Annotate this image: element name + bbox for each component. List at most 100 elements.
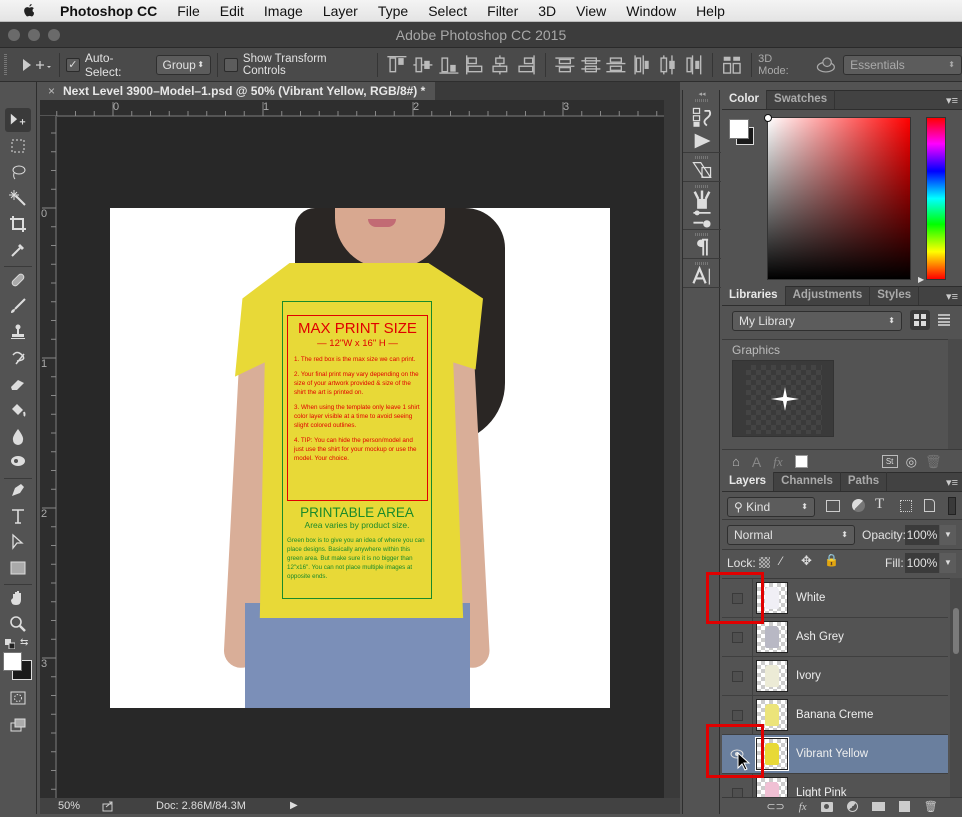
layer-filter-dropdown[interactable]: ⚲ Kind ⬍ (727, 497, 815, 517)
filter-shape-icon[interactable] (900, 500, 912, 512)
align-bottom-icon[interactable] (438, 56, 460, 74)
foreground-color-swatch[interactable] (3, 652, 22, 671)
library-graphic-item[interactable] (732, 360, 834, 437)
visibility-toggle[interactable] (730, 708, 744, 722)
menu-select[interactable]: Select (418, 3, 477, 19)
lock-position-icon[interactable]: ✥ (801, 553, 812, 569)
brush-presets-icon[interactable] (691, 188, 713, 210)
zoom-window-button[interactable] (48, 29, 60, 41)
filter-type-icon[interactable]: T (875, 496, 884, 513)
options-bar-grip[interactable] (4, 53, 7, 76)
delete-layer-icon[interactable]: 🗑 (924, 800, 938, 813)
align-left-icon[interactable] (464, 54, 486, 75)
add-graphic-icon[interactable]: ⌂ (732, 454, 740, 469)
clone-stamp-tool[interactable] (5, 320, 31, 344)
ruler-vertical[interactable]: 0 1 2 3 (40, 116, 56, 798)
history-brush-tool[interactable] (5, 346, 31, 370)
share-icon[interactable] (102, 800, 114, 812)
tab-color[interactable]: Color (722, 90, 768, 109)
add-character-style-icon[interactable]: A (752, 454, 761, 470)
tab-paths[interactable]: Paths (841, 472, 888, 491)
link-layers-icon[interactable]: ⊂⊃ (766, 800, 784, 813)
tab-swatches[interactable]: Swatches (767, 90, 836, 109)
move-tool[interactable] (5, 108, 31, 132)
hue-slider[interactable] (926, 117, 946, 280)
zoom-level[interactable]: 50% (58, 798, 80, 814)
menu-file[interactable]: File (167, 3, 210, 19)
panel-menu-icon[interactable]: ▾≡ (946, 94, 958, 107)
default-colors-icon[interactable] (5, 638, 16, 650)
distribute-left-icon[interactable] (631, 54, 653, 75)
document-tab[interactable]: × Next Level 3900–Model–1.psd @ 50% (Vibr… (40, 82, 435, 100)
crop-tool[interactable] (5, 212, 31, 236)
menu-3d[interactable]: 3D (528, 3, 566, 19)
align-right-icon[interactable] (515, 54, 537, 75)
filter-pixel-icon[interactable] (826, 500, 840, 512)
blend-mode-dropdown[interactable]: Normal ⬍ (727, 525, 855, 545)
distribute-right-icon[interactable] (683, 54, 705, 75)
align-hcenter-icon[interactable] (489, 54, 511, 75)
auto-select-checkbox[interactable]: ✓ (65, 57, 80, 72)
eyedropper-tool[interactable] (5, 238, 31, 262)
layer-row[interactable]: Ivory (722, 657, 948, 696)
auto-align-icon[interactable] (721, 56, 743, 74)
fill-input[interactable]: 100% (905, 553, 939, 573)
auto-select-dropdown[interactable]: Group ⬍ (155, 54, 212, 75)
trash-icon[interactable]: 🗑 (925, 454, 942, 470)
rectangle-tool[interactable] (5, 556, 31, 580)
tab-layers[interactable]: Layers (722, 472, 775, 491)
brush-settings-icon[interactable] (691, 208, 713, 230)
eraser-tool[interactable] (5, 372, 31, 396)
marquee-tool[interactable] (5, 134, 31, 158)
menu-window[interactable]: Window (616, 3, 686, 19)
blur-tool[interactable] (5, 424, 31, 448)
lock-all-icon[interactable]: 🔒 (824, 553, 839, 567)
opacity-dropdown-icon[interactable]: ▼ (940, 525, 956, 545)
layer-mask-icon[interactable] (820, 801, 833, 812)
align-top-icon[interactable] (386, 55, 408, 74)
color-field[interactable] (764, 114, 911, 280)
paragraph-icon[interactable] (691, 236, 713, 258)
menu-app-name[interactable]: Photoshop CC (52, 3, 167, 19)
lock-transparent-icon[interactable] (759, 557, 770, 568)
menu-edit[interactable]: Edit (210, 3, 254, 19)
path-selection-tool[interactable] (5, 530, 31, 554)
filter-adjustment-icon[interactable] (852, 499, 865, 512)
3d-orbit-icon[interactable] (815, 56, 837, 74)
menu-image[interactable]: Image (254, 3, 313, 19)
status-menu-arrow[interactable]: ▶ (290, 798, 298, 814)
visibility-toggle[interactable] (730, 630, 744, 644)
add-color-icon[interactable] (794, 455, 808, 468)
filter-smart-object-icon[interactable] (924, 499, 935, 512)
library-dropdown[interactable]: My Library ⬍ (732, 311, 902, 331)
visibility-toggle[interactable] (730, 669, 744, 683)
distribute-hcenter-icon[interactable] (657, 54, 679, 75)
menu-view[interactable]: View (566, 3, 616, 19)
hand-tool[interactable] (5, 586, 31, 610)
minimize-window-button[interactable] (28, 29, 40, 41)
zoom-tool[interactable] (5, 612, 31, 636)
swap-colors-icon[interactable]: ⇆ (20, 638, 30, 648)
stock-icon[interactable]: St (881, 455, 898, 468)
actions-play-icon[interactable] (691, 130, 713, 152)
type-tool[interactable] (5, 504, 31, 528)
brush-tool[interactable] (5, 294, 31, 318)
hue-slider-handle[interactable]: ▶ (918, 275, 924, 284)
document-canvas[interactable]: MAX PRINT SIZE — 12"W x 16" H — 1. The r… (110, 208, 610, 708)
opacity-input[interactable]: 100% (905, 525, 939, 545)
filter-toggle[interactable] (948, 497, 956, 515)
ruler-horizontal[interactable]: 0 1 2 3 (40, 100, 664, 116)
fill-dropdown-icon[interactable]: ▼ (940, 553, 956, 573)
tab-styles[interactable]: Styles (870, 286, 920, 305)
document-scrollbar[interactable] (664, 100, 680, 798)
adjustment-layer-icon[interactable] (846, 801, 858, 812)
quick-mask-icon[interactable] (5, 686, 31, 710)
menu-layer[interactable]: Layer (313, 3, 368, 19)
libraries-scrollbar[interactable] (948, 339, 962, 449)
grid-view-icon[interactable] (910, 310, 930, 330)
layer-style-icon[interactable]: fx (799, 801, 807, 813)
paint-bucket-tool[interactable] (5, 398, 31, 422)
menu-type[interactable]: Type (368, 3, 418, 19)
creative-cloud-icon[interactable]: ◎ (906, 454, 917, 470)
menu-help[interactable]: Help (686, 3, 735, 19)
